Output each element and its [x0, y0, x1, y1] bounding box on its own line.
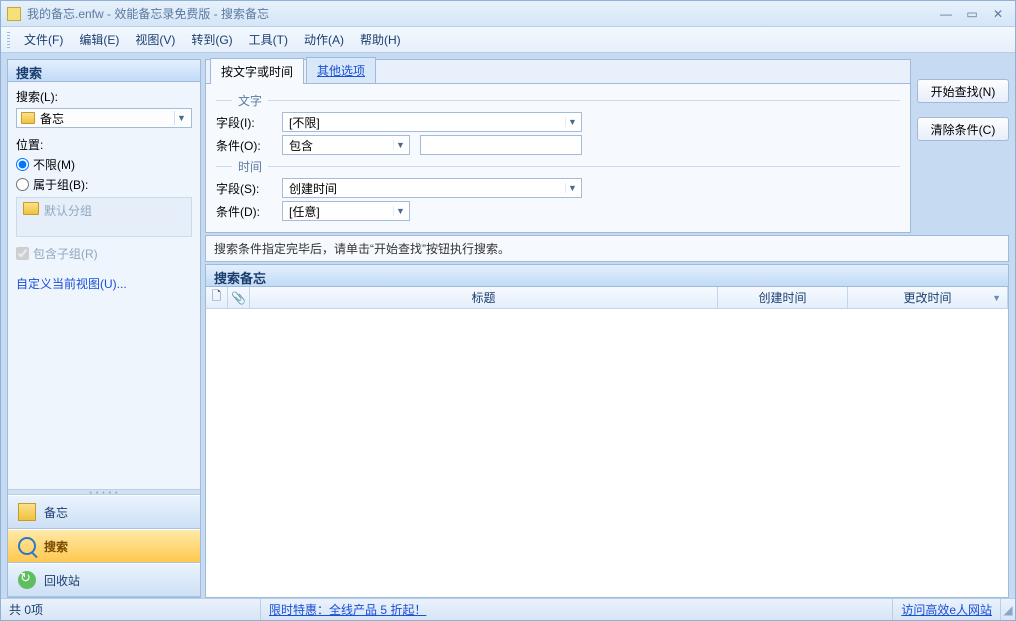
- menu-view[interactable]: 视图(V): [127, 28, 183, 51]
- results-header: 搜索备忘: [206, 265, 1008, 287]
- close-button[interactable]: ✕: [987, 6, 1009, 22]
- search-scope-select[interactable]: 备忘 ▼: [16, 108, 192, 128]
- menubar: 文件(F) 编辑(E) 视图(V) 转到(G) 工具(T) 动作(A) 帮助(H…: [1, 27, 1015, 53]
- menu-edit[interactable]: 编辑(E): [71, 28, 127, 51]
- window-title: 我的备忘.enfw - 效能备忘录免费版 - 搜索备忘: [27, 5, 269, 22]
- menu-tools[interactable]: 工具(T): [241, 28, 296, 51]
- app-icon: [7, 7, 21, 21]
- resize-grip[interactable]: ◢: [1001, 603, 1015, 617]
- left-panel: 搜索 搜索(L): 备忘 ▼ 位置: 不限(M) 属于组(B): 默认分组: [7, 59, 201, 598]
- recycle-icon: [18, 571, 36, 589]
- cond-d-select[interactable]: [任意]▼: [282, 201, 410, 221]
- group-picker: 默认分组: [16, 197, 192, 237]
- criteria-panel: 按文字或时间 其他选项 文字 字段(I): [不限]▼ 条件(O): 包含▼: [205, 59, 911, 233]
- chevron-down-icon: ▼: [174, 111, 188, 125]
- maximize-button[interactable]: ▭: [961, 6, 983, 22]
- radio-belongs-group[interactable]: 属于组(B):: [16, 176, 192, 193]
- tab-other[interactable]: 其他选项: [306, 57, 376, 83]
- sort-desc-icon: ▼: [992, 293, 1001, 303]
- left-panel-header: 搜索: [8, 60, 200, 82]
- section-text: 文字: [238, 92, 262, 109]
- section-time: 时间: [238, 158, 262, 175]
- chevron-down-icon: ▼: [565, 183, 579, 193]
- cond-o-label: 条件(O):: [216, 137, 272, 154]
- results-panel: 搜索备忘 🗋 📎 标题 创建时间 更改时间▼: [205, 264, 1009, 598]
- search-label: 搜索(L):: [16, 88, 192, 105]
- include-subgroups-check[interactable]: [16, 247, 29, 260]
- menubar-grip: [7, 32, 10, 48]
- location-label: 位置:: [16, 136, 192, 153]
- chevron-down-icon: ▼: [565, 117, 579, 127]
- clear-button[interactable]: 清除条件(C): [917, 117, 1009, 141]
- menu-goto[interactable]: 转到(G): [183, 28, 240, 51]
- field-i-select[interactable]: [不限]▼: [282, 112, 582, 132]
- menu-action[interactable]: 动作(A): [296, 28, 352, 51]
- radio-unlimited[interactable]: 不限(M): [16, 156, 192, 173]
- cond-d-label: 条件(D):: [216, 203, 272, 220]
- folder-icon: [23, 202, 39, 215]
- cond-o-select[interactable]: 包含▼: [282, 135, 410, 155]
- search-scope-value: 备忘: [40, 110, 174, 127]
- field-s-label: 字段(S):: [216, 180, 272, 197]
- include-subgroups[interactable]: 包含子组(R): [16, 245, 192, 262]
- nav-memo[interactable]: 备忘: [8, 495, 200, 529]
- radio-unlimited-input[interactable]: [16, 158, 29, 171]
- hint-bar: 搜索条件指定完毕后，请单击“开始查找”按钮执行搜索。: [205, 235, 1009, 262]
- nav-search[interactable]: 搜索: [8, 529, 200, 563]
- nav-recycle[interactable]: 回收站: [8, 563, 200, 597]
- group-placeholder: 默认分组: [44, 202, 92, 219]
- minimize-button[interactable]: —: [935, 6, 957, 22]
- menu-file[interactable]: 文件(F): [16, 28, 71, 51]
- status-count: 共 0项: [1, 599, 261, 620]
- find-button[interactable]: 开始查找(N): [917, 79, 1009, 103]
- memo-icon: [18, 503, 36, 521]
- field-i-label: 字段(I):: [216, 114, 272, 131]
- col-created[interactable]: 创建时间: [718, 287, 848, 308]
- field-s-select[interactable]: 创建时间▼: [282, 178, 582, 198]
- table-body: [206, 309, 1008, 597]
- chevron-down-icon: ▼: [393, 140, 407, 150]
- cond-o-input[interactable]: [420, 135, 582, 155]
- titlebar: 我的备忘.enfw - 效能备忘录免费版 - 搜索备忘 — ▭ ✕: [1, 1, 1015, 27]
- chevron-down-icon: ▼: [393, 206, 407, 216]
- search-icon: [18, 537, 36, 555]
- col-icon1[interactable]: 🗋: [206, 287, 228, 308]
- site-link[interactable]: 访问高效e人网站: [901, 601, 992, 618]
- customize-view-link[interactable]: 自定义当前视图(U)...: [16, 277, 127, 291]
- radio-group-input[interactable]: [16, 178, 29, 191]
- tab-text-time[interactable]: 按文字或时间: [210, 58, 304, 84]
- col-title[interactable]: 标题: [250, 287, 718, 308]
- col-icon2[interactable]: 📎: [228, 287, 250, 308]
- col-modified[interactable]: 更改时间▼: [848, 287, 1008, 308]
- menu-help[interactable]: 帮助(H): [352, 28, 409, 51]
- table-header: 🗋 📎 标题 创建时间 更改时间▼: [206, 287, 1008, 309]
- statusbar: 共 0项 限时特惠：全线产品 5 折起！ 访问高效e人网站 ◢: [1, 598, 1015, 620]
- folder-icon: [21, 112, 35, 124]
- promo-link[interactable]: 限时特惠：全线产品 5 折起！: [269, 601, 426, 618]
